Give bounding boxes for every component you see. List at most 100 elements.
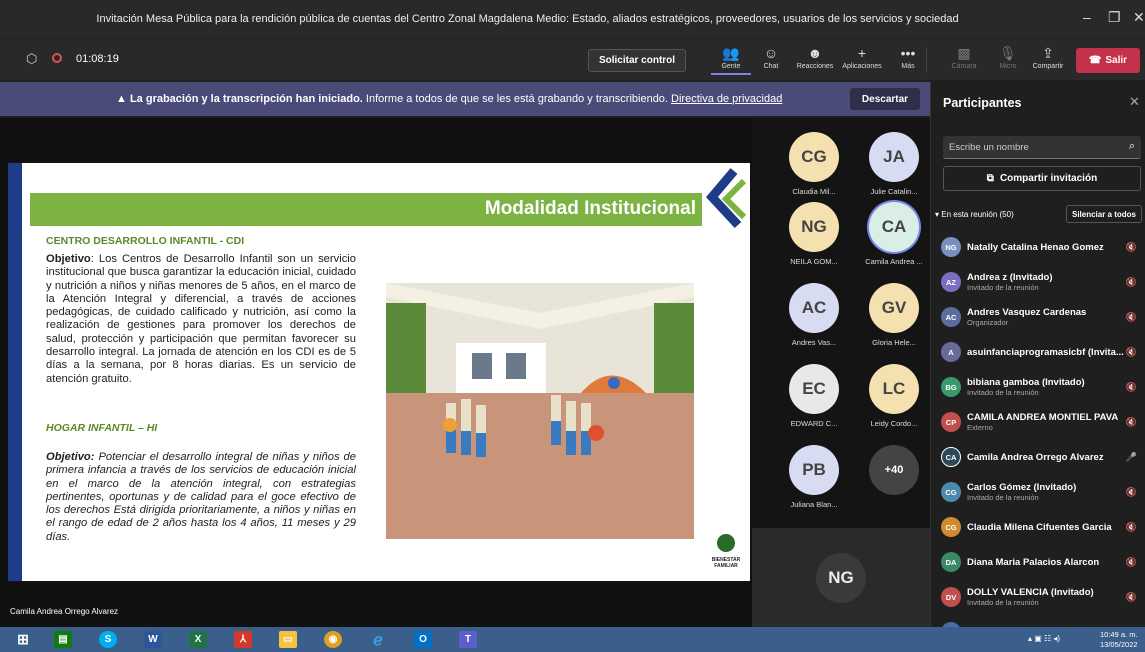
maximize-icon[interactable]: ❐ [1108, 9, 1121, 26]
people-button[interactable]: 👥 Gente [711, 45, 751, 75]
participant-row[interactable]: CP CAMILA ANDREA MONTIEL PAVA Externo 🔇 [941, 407, 1141, 437]
gallery-name: NEILA GOM... [790, 257, 838, 266]
participant-row[interactable]: CG Claudia Milena Cifuentes Garcia 🔇 [941, 512, 1141, 542]
mic-muted-icon[interactable]: 🔇 [1126, 312, 1137, 323]
excel-icon[interactable]: X [189, 631, 207, 648]
gallery-tile[interactable]: AC Andres Vas... [774, 283, 854, 347]
gallery-tile[interactable]: GV Gloria Hele... [854, 283, 934, 347]
in-meeting-header[interactable]: ▾ En esta reunión (50) [935, 210, 1014, 219]
participant-avatar: CG [941, 482, 961, 502]
panel-close-icon[interactable]: ✕ [1129, 94, 1140, 110]
mic-muted-icon[interactable]: 🔇 [1126, 277, 1137, 288]
more-button[interactable]: ••• Más [888, 45, 928, 70]
banner-bold: La grabación y la transcripción han inic… [129, 93, 363, 105]
participant-row[interactable]: AC Andres Vasquez Cardenas Organizador 🔇 [941, 302, 1141, 332]
gallery-tile[interactable]: NG NEILA GOM... [774, 202, 854, 266]
video-gallery: CG Claudia Mil... JA Julie Catalin... NG NEIL… [752, 118, 930, 627]
participant-avatar: CG [941, 517, 961, 537]
mic-muted-icon[interactable]: 🔇 [1126, 592, 1137, 603]
participant-row[interactable]: CA Camila Andrea Orrego Alvarez 🎤 [941, 442, 1141, 472]
share-invite-button[interactable]: ⧉ Compartir invitación [943, 166, 1141, 191]
participant-name: Natally Catalina Henao Gomez [967, 241, 1104, 253]
chat-button[interactable]: ☺ Chat [751, 45, 791, 70]
toolbar-divider [926, 47, 927, 73]
mic-muted-icon[interactable]: 🔇 [1126, 347, 1137, 358]
mic-muted-icon[interactable]: 🎤 [1126, 452, 1137, 463]
acrobat-icon[interactable]: ⅄ [234, 631, 252, 648]
participant-avatar: AZ [941, 272, 961, 292]
share-link-icon: ⧉ [986, 173, 994, 184]
reactions-icon: ☻ [807, 45, 823, 61]
reactions-button[interactable]: ☻ Reacciones [795, 45, 835, 70]
mic-muted-icon[interactable]: 🔇 [1126, 487, 1137, 498]
gallery-avatar: CA [869, 202, 919, 252]
participant-row[interactable]: DA Diana Maria Palacios Alarcon 🔇 [941, 547, 1141, 577]
participant-row[interactable]: CG Carlos Gómez (Invitado) Invitado de la … [941, 477, 1141, 507]
participant-name: Camila Andrea Orrego Alvarez [967, 451, 1104, 463]
participants-panel: Participantes ✕ Escribe un nombre ⌕ ⧉ Com… [930, 82, 1145, 642]
participant-search-input[interactable]: Escribe un nombre ⌕ [943, 136, 1141, 159]
gallery-avatar: JA [869, 132, 919, 182]
gallery-tile[interactable]: PB Juliana Blan... [774, 445, 854, 509]
panel-title: Participantes [943, 96, 1022, 110]
share-button[interactable]: ⇪ Compartir [1028, 45, 1068, 70]
mic-muted-icon[interactable]: 🔇 [1126, 417, 1137, 428]
teams-icon[interactable]: T [459, 631, 477, 648]
participant-row[interactable]: AZ Andrea z (Invitado) Invitado de la reun… [941, 267, 1141, 297]
mute-all-button[interactable]: Silenciar a todos [1066, 205, 1142, 223]
windows-taskbar: ⊞ ▤ S W X ⅄ ▭ ◉ ℯ O T ▴ ▣ ☷ ◂) 10:49 a. … [0, 627, 1145, 652]
gallery-tile[interactable]: EC EDWARD C... [774, 364, 854, 428]
mic-muted-icon[interactable]: 🔇 [1126, 522, 1137, 533]
store-icon[interactable]: ▤ [54, 631, 72, 648]
self-video-tile: NG [752, 528, 930, 627]
mic-button[interactable]: 🎙 Micro [988, 45, 1028, 70]
gallery-tile[interactable]: JA Julie Catalin... [854, 132, 934, 196]
participant-row[interactable]: BG bibiana gamboa (Invitado) Invitado de l… [941, 372, 1141, 402]
participant-avatar: BG [941, 377, 961, 397]
edge-icon[interactable]: ℯ [369, 631, 387, 649]
participant-row[interactable]: Aasuinfanciaprogramasicbf (Invita... 🔇 [941, 337, 1141, 367]
plus-icon: + [857, 45, 867, 61]
close-icon[interactable]: ✕ [1133, 9, 1145, 26]
icbf-arrow-logo [705, 168, 747, 229]
gallery-tile[interactable]: CA Camila Andrea ... [854, 202, 934, 266]
participant-row[interactable]: NG Natally Catalina Henao Gomez 🔇 [941, 232, 1141, 262]
children-photo [386, 283, 694, 539]
gallery-avatar: PB [789, 445, 839, 495]
chrome-icon[interactable]: ◉ [324, 631, 342, 648]
clock[interactable]: 10:49 a. m. 13/05/2022 [1100, 630, 1138, 650]
apps-button[interactable]: + Aplicaciones [842, 45, 882, 70]
mic-muted-icon[interactable]: 🔇 [1126, 242, 1137, 253]
gallery-tile[interactable]: CG Claudia Mil... [774, 132, 854, 196]
system-tray-icons[interactable]: ▴ ▣ ☷ ◂) [1028, 634, 1060, 643]
leave-button[interactable]: ☎ Salir [1076, 48, 1140, 73]
dismiss-button[interactable]: Descartar [850, 88, 920, 110]
gallery-tile[interactable]: +40 [854, 445, 934, 500]
participant-name: Andrea z (Invitado) [967, 272, 1053, 283]
participant-avatar: NG [941, 237, 961, 257]
gallery-tile[interactable]: LC Leidy Cordo... [854, 364, 934, 428]
windows-start-icon[interactable]: ⊞ [14, 631, 32, 648]
gallery-name: Camila Andrea ... [865, 257, 923, 266]
privacy-link[interactable]: Directiva de privacidad [671, 93, 782, 105]
mic-muted-icon[interactable]: 🔇 [1126, 382, 1137, 393]
gallery-name: EDWARD C... [790, 419, 838, 428]
banner-text: Informe a todos de que se les está graba… [365, 93, 668, 105]
outlook-icon[interactable]: O [414, 631, 432, 648]
file-explorer-icon[interactable]: ▭ [279, 631, 297, 648]
title-bar: Invitación Mesa Pública para la rendició… [0, 0, 1145, 38]
request-control-button[interactable]: Solicitar control [588, 49, 686, 72]
skype-icon[interactable]: S [99, 631, 117, 648]
gallery-avatar: EC [789, 364, 839, 414]
camera-button[interactable]: ▩ Cámara [944, 45, 984, 70]
mic-off-icon: 🎙 [999, 45, 1017, 61]
word-icon[interactable]: W [144, 631, 162, 648]
minimize-icon[interactable]: – [1083, 9, 1091, 25]
search-placeholder: Escribe un nombre [949, 142, 1029, 153]
mic-muted-icon[interactable]: 🔇 [1126, 557, 1137, 568]
gallery-avatar: AC [789, 283, 839, 333]
participant-role: Invitado de la reunión [967, 388, 1039, 397]
participant-row[interactable]: DV DOLLY VALENCIA (Invitado) Invitado de l… [941, 582, 1141, 612]
participant-name: Diana Maria Palacios Alarcon [967, 556, 1100, 568]
more-icon: ••• [900, 45, 916, 61]
